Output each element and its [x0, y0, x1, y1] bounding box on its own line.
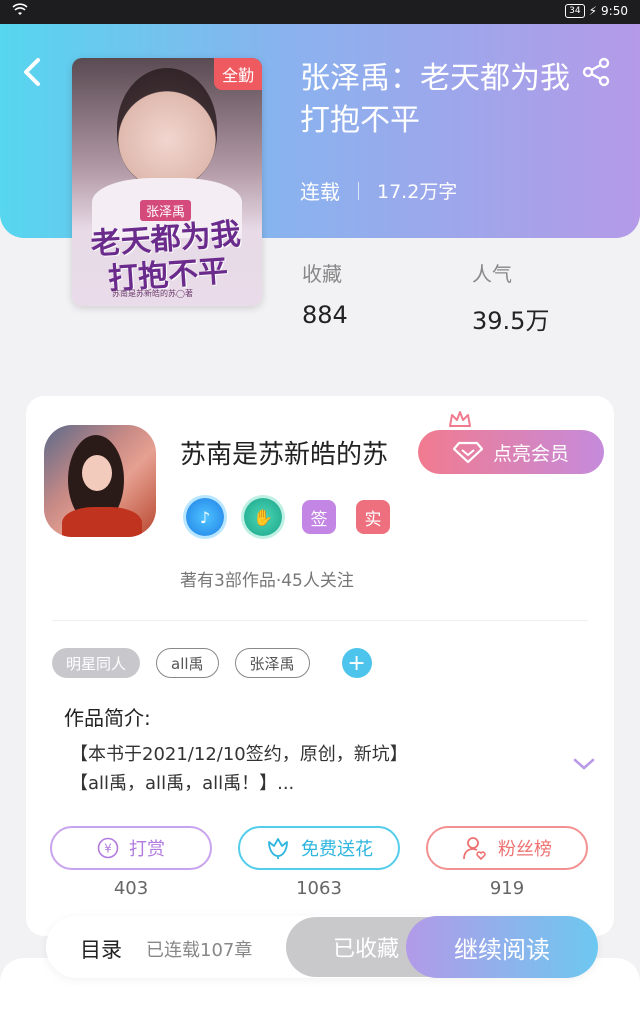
continue-reading-button[interactable]: 继续阅读 [406, 916, 598, 978]
tag-item[interactable]: 明星同人 [52, 648, 141, 678]
diamond-icon [452, 441, 483, 463]
yen-coin-icon: ¥ [97, 837, 119, 859]
verified-badge[interactable]: 实 [356, 500, 390, 534]
send-flower-button[interactable]: 免费送花 [238, 826, 400, 870]
cover-name-tag: 张泽禹 [140, 200, 192, 221]
intro-line: 【all禹，all禹，all禹！】... [70, 773, 295, 794]
avatar[interactable] [44, 425, 156, 537]
book-cover[interactable]: 全勤 张泽禹 老天都为我 打抱不平 苏南是苏新皓的苏◯著 [72, 58, 262, 306]
tip-button[interactable]: ¥ 打赏 [50, 826, 212, 870]
tag-item[interactable]: 张泽禹 [234, 648, 310, 678]
intro-line: 【本书于2021/12/10签约，原创，新坑】 [70, 744, 408, 765]
expand-button[interactable] [572, 756, 596, 776]
divider [358, 181, 359, 200]
share-icon [582, 57, 610, 87]
fan-ranking-button[interactable]: 粉丝榜 [426, 826, 588, 870]
attendance-badge: 全勤 [213, 58, 262, 90]
battery-indicator: 34 [565, 4, 585, 18]
back-button[interactable] [20, 56, 52, 88]
tip-label: 打赏 [129, 839, 165, 860]
chevron-down-icon [573, 758, 595, 770]
handshake-medal-icon[interactable]: ✋ [244, 498, 282, 536]
charging-icon: ⚡ [588, 4, 598, 18]
cover-author-text: 苏南是苏新皓的苏◯著 [112, 289, 193, 298]
flower-icon [268, 838, 288, 859]
stat-favorites: 收藏 884 [302, 258, 348, 329]
stat-value: 39.5万 [472, 307, 550, 335]
svg-text:¥: ¥ [104, 842, 112, 856]
stat-popularity: 人气 39.5万 [472, 258, 549, 336]
stat-value: 884 [302, 301, 348, 329]
send-flower-label: 免费送花 [301, 839, 373, 860]
serial-status: 连载 [300, 180, 340, 204]
fan-ranking-label: 粉丝榜 [498, 839, 552, 860]
fan-count: 919 [489, 878, 525, 899]
author-name[interactable]: 苏南是苏新皓的苏 [180, 434, 388, 471]
toc-button[interactable]: 目录 [80, 934, 122, 964]
wifi-icon [12, 3, 28, 20]
chapter-count[interactable]: 已连载107章 [146, 936, 252, 962]
flower-count: 1063 [296, 878, 342, 899]
music-medal-icon[interactable]: ♪ [186, 498, 224, 536]
stat-label: 人气 [472, 262, 512, 286]
user-heart-icon [463, 837, 486, 861]
stat-label: 收藏 [302, 262, 342, 286]
cover-portrait [117, 68, 217, 188]
clock: 9:50 [601, 4, 628, 18]
author-badges: ♪ ✋ 签 实 [186, 498, 390, 536]
book-meta: 连载 17.2万字 [300, 176, 457, 205]
word-count: 17.2万字 [377, 181, 458, 203]
tag-list: 明星同人 all禹 张泽禹 + [52, 648, 372, 678]
chevron-left-icon [24, 58, 40, 86]
status-bar: 34 ⚡ 9:50 [0, 0, 640, 24]
action-buttons: ¥ 打赏 免费送花 粉丝榜 [50, 826, 588, 870]
avatar-dress [62, 507, 142, 537]
divider [52, 620, 588, 621]
add-tag-button[interactable]: + [341, 648, 372, 678]
signed-badge[interactable]: 签 [302, 500, 336, 534]
tag-item[interactable]: all禹 [156, 648, 219, 678]
avatar-face [82, 455, 112, 491]
book-title: 张泽禹：老天都为我打抱不平 [300, 61, 570, 138]
share-button[interactable] [580, 56, 616, 92]
vip-label: 点亮会员 [492, 442, 569, 465]
intro-text: 【本书于2021/12/10签约，原创，新坑】 【all禹，all禹，all禹！… [70, 740, 530, 798]
tip-count: 403 [113, 878, 149, 899]
intro-title: 作品简介: [64, 706, 151, 730]
vip-button[interactable]: 点亮会员 [418, 430, 604, 474]
author-stats: 著有3部作品·45人关注 [180, 571, 354, 591]
